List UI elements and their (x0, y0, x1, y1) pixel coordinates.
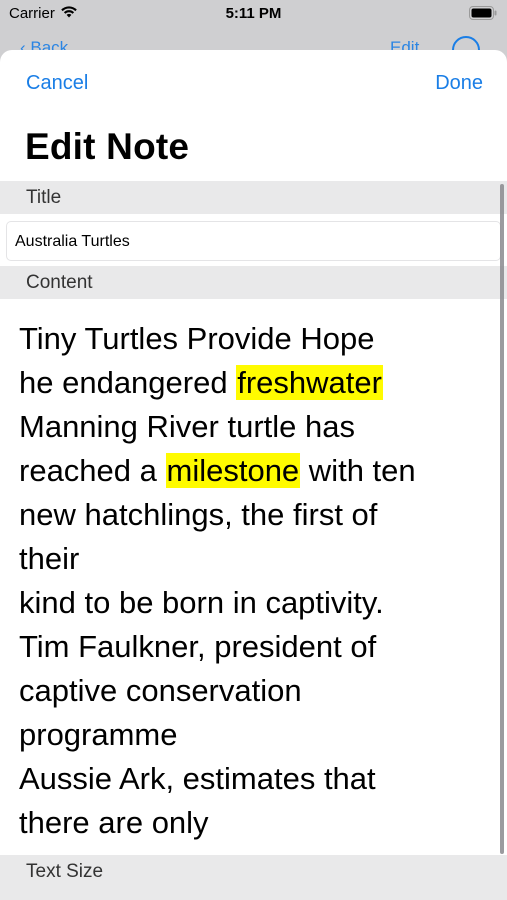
content-text-run: with ten (300, 453, 416, 488)
content-text-run: kind to be born in captivity. (19, 585, 384, 620)
highlighted-word: freshwater (236, 365, 383, 400)
content-line: programme (19, 713, 484, 757)
content-text-run: Manning River turtle has (19, 409, 355, 444)
content-line: Aussie Ark, estimates that (19, 757, 484, 801)
sheet-nav-bar: Cancel Done (0, 50, 507, 115)
status-bar: Carrier 5:11 PM (0, 0, 507, 30)
content-line: Manning River turtle has (19, 405, 484, 449)
content-text-run: he endangered (19, 365, 237, 400)
text-size-section-header: Text Size (0, 855, 507, 888)
content-text-run: Aussie Ark, estimates that (19, 761, 376, 796)
content-section-header: Content (0, 266, 507, 299)
title-field[interactable]: Australia Turtles (6, 221, 501, 261)
content-text-run: their (19, 541, 80, 576)
edit-note-sheet: Cancel Done Edit Note Title Australia Tu… (0, 50, 507, 900)
page-title: Edit Note (25, 126, 190, 167)
content-text-run: captive conservation (19, 673, 302, 708)
content-line: reached a milestone with ten (19, 449, 484, 493)
content-text-view[interactable]: Tiny Turtles Provide Hope he endangered f… (19, 317, 484, 852)
content-line: new hatchlings, the first of (19, 493, 484, 537)
content-line: Tim Faulkner, president of (19, 625, 484, 669)
screen: Carrier 5:11 PM ‹ Back Edit Cancel Done … (0, 0, 507, 900)
scroll-indicator[interactable] (500, 184, 504, 854)
content-text-run: new hatchlings, the first of (19, 497, 378, 532)
bottom-strip (0, 888, 507, 900)
content-line: Tiny Turtles Provide Hope (19, 317, 484, 361)
done-button[interactable]: Done (435, 72, 483, 95)
highlighted-word: milestone (165, 453, 301, 488)
content-line: kind to be born in captivity. (19, 581, 484, 625)
content-text-run: reached a (19, 453, 166, 488)
content-line: captive conservation (19, 669, 484, 713)
content-text-run: there are only (19, 805, 209, 840)
content-text-run: programme (19, 717, 178, 752)
status-time: 5:11 PM (225, 5, 282, 22)
cancel-button[interactable]: Cancel (26, 72, 88, 95)
content-line: their (19, 537, 484, 581)
battery-icon (469, 6, 497, 24)
content-line: he endangered freshwater (19, 361, 484, 405)
content-text-run: Tim Faulkner, president of (19, 629, 377, 664)
content-text-run: Tiny Turtles Provide Hope (19, 321, 375, 356)
title-section-header: Title (0, 181, 507, 214)
content-line: there are only (19, 801, 484, 845)
